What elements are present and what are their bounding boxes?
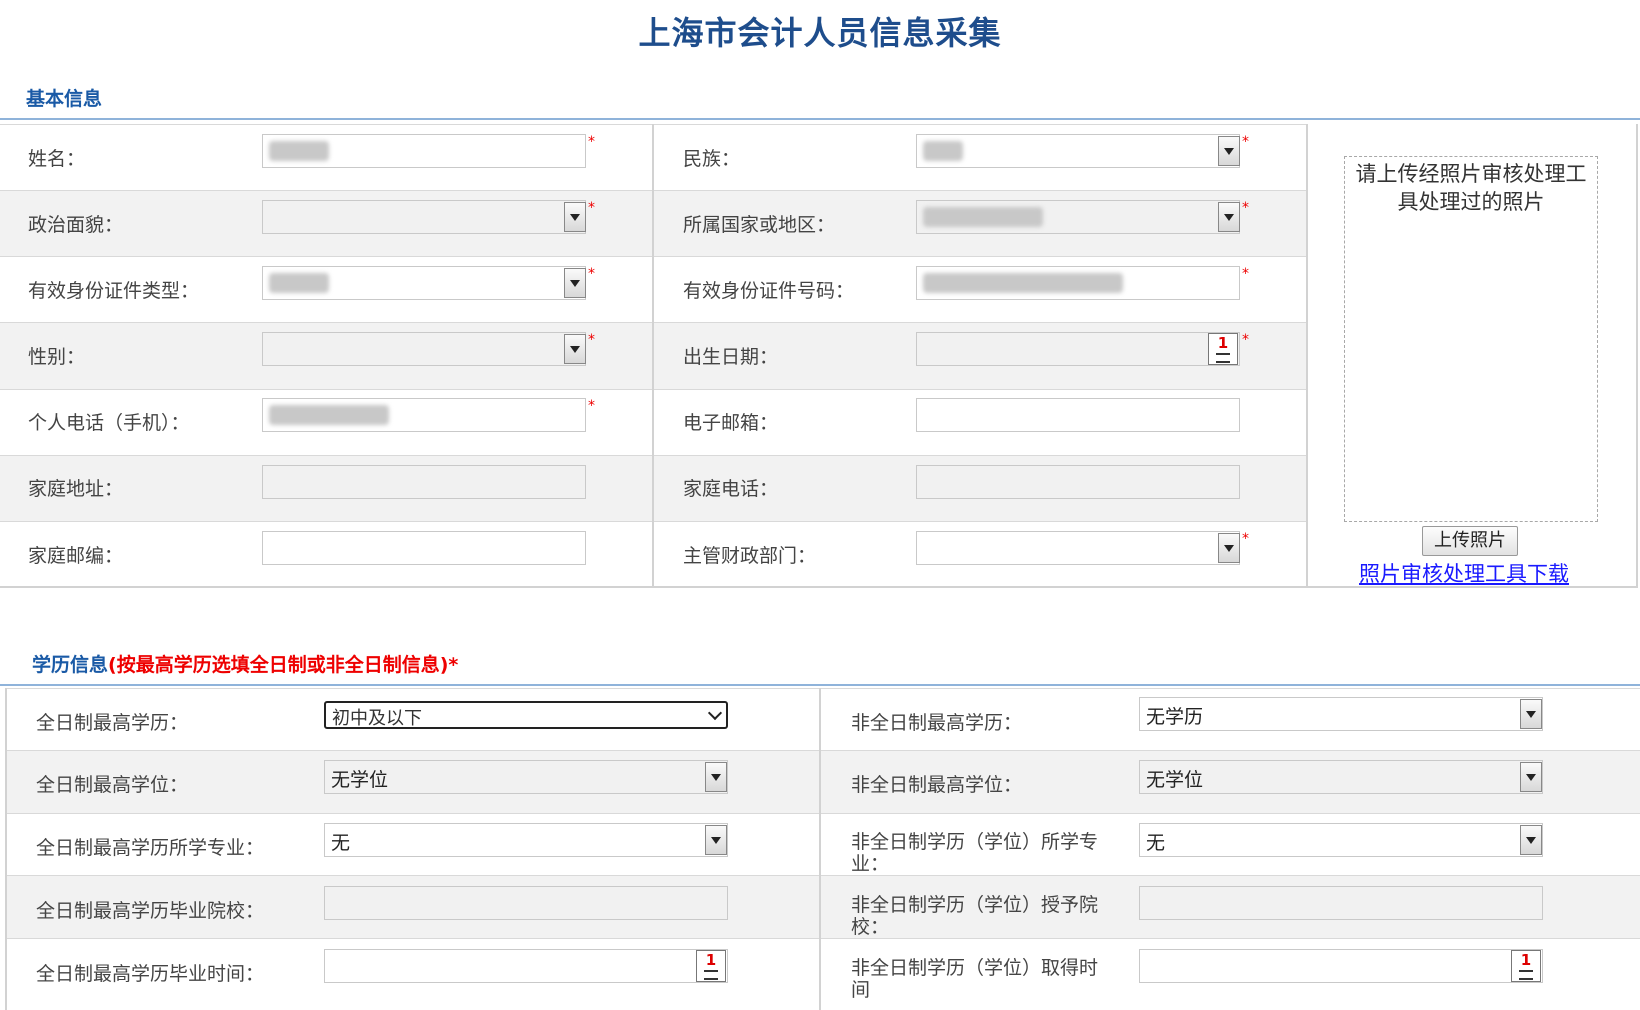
address-input[interactable] (262, 465, 586, 499)
dropdown-arrow-icon[interactable] (564, 268, 586, 298)
id-number-label: 有效身份证件号码： (683, 280, 855, 302)
email-input[interactable] (916, 398, 1240, 432)
required-mark: * (588, 200, 595, 216)
redacted-value (269, 404, 389, 425)
dropdown-arrow-icon[interactable] (564, 202, 586, 232)
dropdown-arrow-icon[interactable] (1520, 762, 1542, 792)
redacted-value (923, 206, 1043, 227)
ft-edu-value: 初中及以下 (332, 708, 422, 729)
pt-grad-time-input[interactable] (1139, 949, 1543, 983)
pt-edu-select[interactable]: 无学历 (1139, 697, 1543, 731)
photo-tool-download-link[interactable]: 照片审核处理工具下载 (1359, 558, 1569, 588)
ft-degree-label: 全日制最高学位： (36, 774, 189, 796)
home-phone-input[interactable] (916, 465, 1240, 499)
required-mark: * (1242, 332, 1249, 348)
dropdown-arrow-icon[interactable] (1520, 699, 1542, 729)
birth-date-label: 出生日期： (683, 346, 779, 368)
required-mark: * (588, 134, 595, 150)
required-mark: * (1242, 134, 1249, 150)
id-type-select[interactable] (262, 266, 586, 300)
pt-major-label: 非全日制学历（学位）所学专业： (851, 831, 1099, 875)
dropdown-arrow-icon[interactable] (1218, 136, 1240, 166)
pt-school-label: 非全日制学历（学位）授予院校： (851, 894, 1099, 938)
section-divider (0, 684, 1640, 686)
pt-edu-label: 非全日制最高学历： (851, 712, 1023, 734)
required-mark: * (588, 332, 595, 348)
email-label: 电子邮箱： (683, 412, 779, 434)
redacted-value (923, 140, 963, 161)
pt-major-value: 无 (1146, 832, 1166, 854)
dropdown-arrow-icon[interactable] (1520, 825, 1542, 855)
country-label: 所属国家或地区： (683, 214, 836, 236)
column-divider (652, 124, 654, 588)
required-mark: * (588, 266, 595, 282)
address-label: 家庭地址： (28, 478, 124, 500)
section-note: (按最高学历选填全日制或非全日制信息)* (108, 654, 459, 676)
birth-date-input[interactable] (916, 332, 1240, 366)
ft-major-label: 全日制最高学历所学专业： (36, 837, 265, 859)
ft-degree-value: 无学位 (331, 769, 389, 791)
country-select[interactable] (916, 200, 1240, 234)
ft-grad-time-input[interactable] (324, 949, 728, 983)
dropdown-arrow-icon[interactable] (705, 825, 727, 855)
required-mark: * (588, 398, 595, 414)
finance-dept-select[interactable] (916, 531, 1240, 565)
dropdown-arrow-icon[interactable] (1218, 533, 1240, 563)
pt-degree-value: 无学位 (1146, 769, 1204, 791)
section-title-basic: 基本信息 (26, 88, 103, 110)
column-divider (819, 688, 821, 1010)
id-number-input[interactable] (916, 266, 1240, 300)
dropdown-arrow-icon[interactable] (1218, 202, 1240, 232)
ft-school-label: 全日制最高学历毕业院校： (36, 900, 265, 922)
political-select[interactable] (262, 200, 586, 234)
ft-edu-select[interactable]: 初中及以下 (324, 701, 728, 729)
dropdown-arrow-icon[interactable] (705, 762, 727, 792)
calendar-icon[interactable]: 1 (1208, 333, 1238, 365)
pt-grad-time-label: 非全日制学历（学位）取得时间 (851, 957, 1099, 1001)
chevron-down-icon (707, 705, 723, 721)
pt-edu-value: 无学历 (1146, 706, 1204, 728)
pt-degree-label: 非全日制最高学位： (851, 774, 1023, 796)
page-title: 上海市会计人员信息采集 (638, 14, 1002, 52)
ft-edu-label: 全日制最高学历： (36, 712, 189, 734)
calendar-icon[interactable]: 1 (1511, 950, 1541, 982)
home-phone-label: 家庭电话： (683, 478, 779, 500)
calendar-icon[interactable]: 1 (696, 950, 726, 982)
redacted-value (269, 140, 329, 161)
section-title-education: 学历信息(按最高学历选填全日制或非全日制信息)* (32, 654, 459, 676)
finance-dept-label: 主管财政部门： (683, 545, 817, 567)
ethnicity-select[interactable] (916, 134, 1240, 168)
redacted-value (923, 272, 1123, 293)
political-label: 政治面貌： (28, 214, 124, 236)
section-divider (0, 118, 1640, 120)
id-type-label: 有效身份证件类型： (28, 280, 200, 302)
column-divider (1306, 124, 1308, 588)
upload-photo-button[interactable]: 上传照片 (1422, 526, 1518, 556)
column-divider (5, 688, 7, 1010)
pt-degree-select[interactable]: 无学位 (1139, 760, 1543, 794)
gender-label: 性别： (28, 346, 86, 368)
ft-school-input[interactable] (324, 886, 728, 920)
phone-input[interactable] (262, 398, 586, 432)
dropdown-arrow-icon[interactable] (564, 334, 586, 364)
postcode-input[interactable] (262, 531, 586, 565)
column-divider (1636, 124, 1638, 588)
pt-major-select[interactable]: 无 (1139, 823, 1543, 857)
required-mark: * (1242, 531, 1249, 547)
required-mark: * (1242, 200, 1249, 216)
name-input[interactable] (262, 134, 586, 168)
postcode-label: 家庭邮编： (28, 545, 124, 567)
ft-degree-select[interactable]: 无学位 (324, 760, 728, 794)
required-mark: * (1242, 266, 1249, 282)
ft-major-select[interactable]: 无 (324, 823, 728, 857)
ethnicity-label: 民族： (683, 148, 741, 170)
pt-school-input[interactable] (1139, 886, 1543, 920)
photo-hint: 请上传经照片审核处理工具处理过的照片 (1355, 162, 1587, 214)
phone-label: 个人电话（手机）： (28, 412, 190, 434)
name-label: 姓名： (28, 148, 86, 170)
redacted-value (269, 272, 329, 293)
ft-major-value: 无 (331, 832, 351, 854)
gender-select[interactable] (262, 332, 586, 366)
ft-grad-time-label: 全日制最高学历毕业时间： (36, 963, 265, 985)
